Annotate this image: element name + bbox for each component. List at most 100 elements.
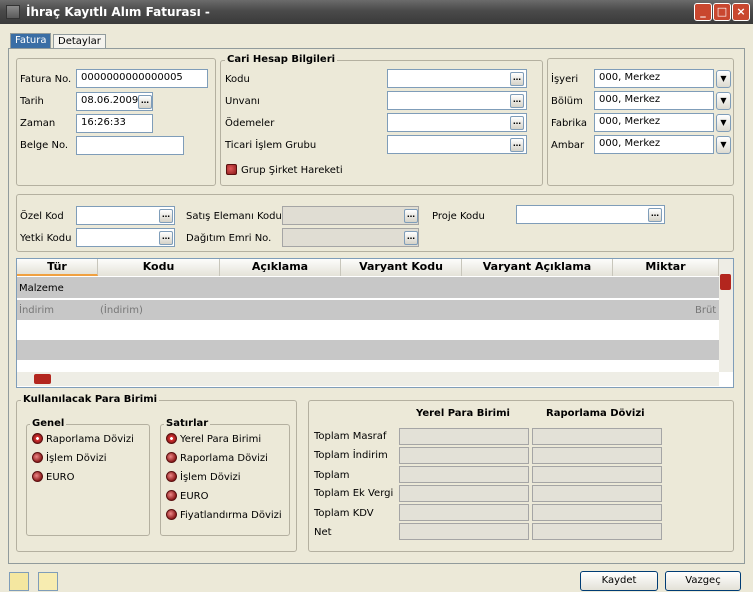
horizontal-scroll-thumb[interactable] — [34, 374, 51, 384]
fabrika-select[interactable]: 000, Merkez — [594, 113, 714, 132]
vazgec-button[interactable]: Vazgeç — [665, 571, 741, 591]
ozel-kod-lookup-icon[interactable]: … — [159, 209, 173, 223]
grid-header-varyant-kodu[interactable]: Varyant Kodu — [341, 259, 462, 276]
maximize-button[interactable]: □ — [713, 3, 731, 21]
app-icon — [6, 5, 20, 19]
net-yerel — [399, 523, 529, 540]
ambar-label: Ambar — [551, 140, 585, 151]
satir-euro-radio[interactable] — [166, 490, 177, 501]
tarih-label: Tarih — [20, 96, 44, 107]
odemeler-lookup-icon[interactable]: … — [510, 116, 524, 130]
ticari-islem-lookup-icon[interactable]: … — [510, 138, 524, 152]
horizontal-scrollbar[interactable] — [17, 372, 719, 386]
satis-elemani-label: Satış Elemanı Kodu — [186, 211, 282, 222]
window-title: İhraç Kayıtlı Alım Faturası - — [26, 5, 210, 19]
vertical-scroll-thumb[interactable] — [720, 274, 731, 290]
toplam-kdv-label: Toplam KDV — [314, 508, 374, 519]
genel-raporlama-radio[interactable] — [32, 433, 43, 444]
dagitim-emri-label: Dağıtım Emri No. — [186, 233, 272, 244]
toplam-ek-vergi-yerel — [399, 485, 529, 502]
currency-group-title: Kullanılacak Para Birimi — [21, 394, 160, 405]
zaman-label: Zaman — [20, 118, 56, 129]
yetki-kodu-label: Yetki Kodu — [20, 233, 72, 244]
fabrika-dropdown-icon[interactable]: ▼ — [716, 114, 731, 132]
dagitim-emri-lookup-icon[interactable]: … — [404, 231, 418, 245]
kaydet-button[interactable]: Kaydet — [580, 571, 658, 591]
grid-header-miktar[interactable]: Miktar — [613, 259, 719, 276]
genel-euro-radio[interactable] — [32, 471, 43, 482]
satir-islem-label: İşlem Dövizi — [180, 472, 241, 483]
toplam-label: Toplam — [314, 470, 350, 481]
ambar-dropdown-icon[interactable]: ▼ — [716, 136, 731, 154]
satir-raporlama-radio[interactable] — [166, 452, 177, 463]
grid-cell-brut[interactable]: Brüt — [695, 305, 716, 316]
table-row[interactable] — [17, 340, 719, 360]
zaman-input[interactable]: 16:26:33 — [76, 114, 153, 133]
satir-islem-radio[interactable] — [166, 471, 177, 482]
genel-islem-radio[interactable] — [32, 452, 43, 463]
toplam-rapor — [532, 466, 662, 483]
cari-kodu-input[interactable] — [387, 69, 527, 88]
ticari-islem-input[interactable] — [387, 135, 527, 154]
satis-elemani-lookup-icon[interactable]: … — [404, 209, 418, 223]
isyeri-select[interactable]: 000, Merkez — [594, 69, 714, 88]
tab-fatura[interactable]: Fatura — [10, 33, 52, 49]
edit-icon[interactable] — [9, 572, 29, 591]
toplam-indirim-yerel — [399, 447, 529, 464]
grid-header-kodu[interactable]: Kodu — [98, 259, 220, 276]
notes-icon[interactable] — [38, 572, 58, 591]
cari-group-title: Cari Hesap Bilgileri — [225, 54, 338, 65]
grid-cell-malzeme[interactable]: Malzeme — [19, 283, 64, 294]
genel-euro-label: EURO — [46, 472, 75, 483]
bolum-dropdown-icon[interactable]: ▼ — [716, 92, 731, 110]
grid-cell-indirim-kodu[interactable]: (İndirim) — [100, 305, 143, 316]
grid-cell-indirim[interactable]: İndirim — [19, 305, 54, 316]
dagitim-emri-input[interactable] — [282, 228, 419, 247]
fatura-no-input[interactable]: 0000000000000005 — [76, 69, 208, 88]
yetki-kodu-lookup-icon[interactable]: … — [159, 231, 173, 245]
isyeri-dropdown-icon[interactable]: ▼ — [716, 70, 731, 88]
ambar-select[interactable]: 000, Merkez — [594, 135, 714, 154]
satir-fiyat-label: Fiyatlandırma Dövizi — [180, 510, 282, 521]
totals-col-yerel: Yerel Para Birimi — [416, 408, 510, 419]
toplam-ek-vergi-label: Toplam Ek Vergi — [314, 488, 394, 499]
satir-yerel-label: Yerel Para Birimi — [180, 434, 262, 445]
odemeler-label: Ödemeler — [225, 118, 275, 129]
toplam-indirim-rapor — [532, 447, 662, 464]
bolum-label: Bölüm — [551, 96, 583, 107]
table-row[interactable] — [17, 277, 719, 298]
fatura-no-label: Fatura No. — [20, 74, 72, 85]
satir-yerel-radio[interactable] — [166, 433, 177, 444]
proje-kodu-lookup-icon[interactable]: … — [648, 208, 662, 222]
fabrika-label: Fabrika — [551, 118, 587, 129]
odemeler-input[interactable] — [387, 113, 527, 132]
tab-detaylar[interactable]: Detaylar — [53, 34, 106, 49]
bolum-select[interactable]: 000, Merkez — [594, 91, 714, 110]
minimize-button[interactable]: _ — [694, 3, 712, 21]
belge-no-label: Belge No. — [20, 140, 69, 151]
satir-raporlama-label: Raporlama Dövizi — [180, 453, 268, 464]
proje-kodu-input[interactable] — [516, 205, 665, 224]
cari-unvani-input[interactable] — [387, 91, 527, 110]
isyeri-label: İşyeri — [551, 74, 579, 85]
proje-kodu-label: Proje Kodu — [432, 211, 485, 222]
cari-kodu-lookup-icon[interactable]: … — [510, 72, 524, 86]
net-rapor — [532, 523, 662, 540]
cari-kodu-label: Kodu — [225, 74, 250, 85]
date-picker-icon[interactable]: … — [138, 95, 152, 109]
satir-fiyat-radio[interactable] — [166, 509, 177, 520]
cari-unvani-lookup-icon[interactable]: … — [510, 94, 524, 108]
toplam-masraf-label: Toplam Masraf — [314, 431, 387, 442]
grup-sirket-checkbox[interactable] — [226, 164, 237, 175]
toplam-masraf-yerel — [399, 428, 529, 445]
toplam-masraf-rapor — [532, 428, 662, 445]
close-button[interactable]: × — [732, 3, 750, 21]
grup-sirket-label: Grup Şirket Hareketi — [241, 165, 343, 176]
satis-elemani-input[interactable] — [282, 206, 419, 225]
grid-header-varyant-aciklama[interactable]: Varyant Açıklama — [462, 259, 613, 276]
grid-header-aciklama[interactable]: Açıklama — [220, 259, 341, 276]
totals-col-raporlama: Raporlama Dövizi — [546, 408, 645, 419]
grid-header-tur[interactable]: Tür — [17, 259, 98, 276]
belge-no-input[interactable] — [76, 136, 184, 155]
genel-islem-label: İşlem Dövizi — [46, 453, 107, 464]
